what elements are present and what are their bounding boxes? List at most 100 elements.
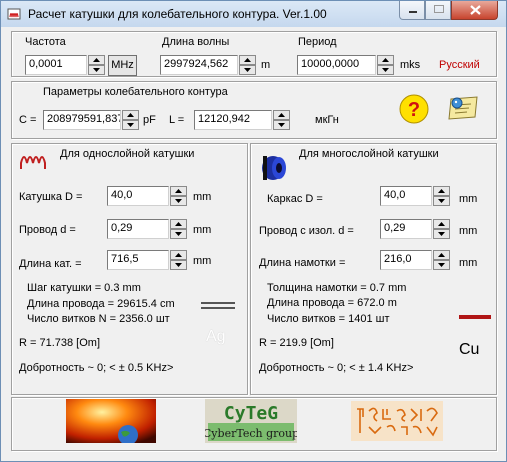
spin-down-icon[interactable] xyxy=(433,229,450,239)
spin-up-icon[interactable] xyxy=(377,55,394,65)
multi-coil-icon xyxy=(262,156,286,180)
single-resistance: R = 71.738 [Om] xyxy=(19,337,101,349)
c-label: C = xyxy=(19,114,37,126)
c-field[interactable]: 208979591,837 xyxy=(43,110,121,130)
period-unit: mks xyxy=(400,59,421,71)
period-spinner[interactable] xyxy=(377,55,394,75)
svg-text:?: ? xyxy=(408,99,420,121)
cyteg-logo[interactable]: CyTeG CyberTech group xyxy=(205,399,297,443)
minimize-button[interactable] xyxy=(399,1,425,20)
wavelength-unit: m xyxy=(261,59,271,71)
spin-down-icon[interactable] xyxy=(273,120,290,130)
single-length-field[interactable]: 716,5 xyxy=(107,250,169,270)
single-diameter-spinner[interactable] xyxy=(170,186,187,206)
app-window: Расчет катушки для колебательного контур… xyxy=(0,0,507,462)
spin-down-icon[interactable] xyxy=(377,65,394,75)
single-turns: Число витков N = 2356.0 шт xyxy=(27,313,170,325)
frequency-spinner[interactable] xyxy=(88,55,105,75)
help-icon[interactable]: ? xyxy=(399,93,429,125)
single-diameter-unit: mm xyxy=(193,191,212,203)
client-area: Частота 0,0001 MHz Длина волны 2997924,5… xyxy=(9,31,498,453)
single-wire-label: Провод d = xyxy=(19,224,76,236)
single-length-label: Длина кат. = xyxy=(19,258,82,270)
title-bar[interactable]: Расчет катушки для колебательного контур… xyxy=(1,1,506,27)
single-diameter-field[interactable]: 40,0 xyxy=(107,186,169,206)
l-unit: мкГн xyxy=(315,114,339,126)
multi-frame-label: Каркас D = xyxy=(267,193,323,205)
l-label: L = xyxy=(169,114,185,126)
multi-wire-spinner[interactable] xyxy=(433,219,450,239)
spin-up-icon[interactable] xyxy=(170,219,187,229)
sun-earth-logo[interactable] xyxy=(66,399,156,443)
spin-down-icon[interactable] xyxy=(88,65,105,75)
multi-resistance: R = 219.9 [Om] xyxy=(259,337,334,349)
single-group-label: Для однослойной катушки xyxy=(60,148,195,160)
spin-up-icon[interactable] xyxy=(122,110,139,120)
close-button[interactable] xyxy=(451,1,498,20)
spin-up-icon[interactable] xyxy=(170,250,187,260)
spin-up-icon[interactable] xyxy=(170,186,187,196)
maximize-icon xyxy=(434,5,444,13)
ancient-script-logo[interactable] xyxy=(351,401,443,441)
copper-wire-icon xyxy=(459,315,491,319)
c-spinner[interactable] xyxy=(122,110,139,130)
period-field[interactable]: 10000,0000 xyxy=(297,55,376,75)
l-spinner[interactable] xyxy=(273,110,290,130)
multi-thickness: Толщина намотки = 0.7 mm xyxy=(267,282,407,294)
spin-down-icon[interactable] xyxy=(170,196,187,206)
spin-up-icon[interactable] xyxy=(433,219,450,229)
wavelength-spinner[interactable] xyxy=(239,55,256,75)
single-wire-length: Длина провода = 29615.4 cm xyxy=(27,298,175,310)
spin-up-icon[interactable] xyxy=(433,250,450,260)
multi-frame-unit: mm xyxy=(459,193,478,205)
single-length-unit: mm xyxy=(193,255,212,267)
multi-turns: Число витков = 1401 шт xyxy=(267,313,390,325)
multi-frame-field[interactable]: 40,0 xyxy=(380,186,432,206)
spin-down-icon[interactable] xyxy=(170,260,187,270)
single-q-factor: Добротность ~ 0; < ± 0.5 KHz> xyxy=(19,362,174,374)
single-wire-spinner[interactable] xyxy=(170,219,187,239)
spin-up-icon[interactable] xyxy=(239,55,256,65)
multi-wire-field[interactable]: 0,29 xyxy=(380,219,432,239)
minimize-icon xyxy=(409,11,417,13)
single-pitch: Шаг катушки = 0.3 mm xyxy=(27,282,141,294)
spin-up-icon[interactable] xyxy=(273,110,290,120)
period-label: Период xyxy=(298,36,337,48)
spin-down-icon[interactable] xyxy=(122,120,139,130)
maximize-button[interactable] xyxy=(425,1,451,20)
about-icon[interactable] xyxy=(445,95,481,121)
spin-down-icon[interactable] xyxy=(433,260,450,270)
language-link[interactable]: Русский xyxy=(439,59,480,71)
circuit-group-label: Параметры колебательного контура xyxy=(43,86,228,98)
spin-down-icon[interactable] xyxy=(239,65,256,75)
multi-winding-field[interactable]: 216,0 xyxy=(380,250,432,270)
spin-down-icon[interactable] xyxy=(433,196,450,206)
multi-wire-label: Провод с изол. d = xyxy=(259,225,354,237)
c-unit: pF xyxy=(143,114,156,126)
frequency-field[interactable]: 0,0001 xyxy=(25,55,87,75)
l-field[interactable]: 12120,942 xyxy=(194,110,272,130)
cyteg-title: CyTeG xyxy=(224,403,278,424)
single-length-spinner[interactable] xyxy=(170,250,187,270)
spin-up-icon[interactable] xyxy=(433,186,450,196)
multi-wire-length: Длина провода = 672.0 m xyxy=(267,297,397,309)
multi-winding-label: Длина намотки = xyxy=(259,257,346,269)
multi-wire-unit: mm xyxy=(459,225,478,237)
single-wire-field[interactable]: 0,29 xyxy=(107,219,169,239)
spin-down-icon[interactable] xyxy=(170,229,187,239)
multi-frame-spinner[interactable] xyxy=(433,186,450,206)
cyteg-subtitle: CyberTech group xyxy=(205,427,297,440)
app-coil-icon xyxy=(7,8,21,20)
frequency-unit-button[interactable]: MHz xyxy=(108,55,137,76)
multi-group-label: Для многослойной катушки xyxy=(299,148,439,160)
wavelength-label: Длина волны xyxy=(162,36,230,48)
single-wire-unit: mm xyxy=(193,224,212,236)
window-title: Расчет катушки для колебательного контур… xyxy=(28,7,327,21)
wire-double-line-icon xyxy=(201,302,235,309)
silver-symbol: Ag xyxy=(206,328,226,345)
wavelength-field[interactable]: 2997924,562 xyxy=(160,55,238,75)
multi-winding-spinner[interactable] xyxy=(433,250,450,270)
close-icon xyxy=(470,5,481,15)
spin-up-icon[interactable] xyxy=(88,55,105,65)
single-diameter-label: Катушка D = xyxy=(19,191,83,203)
